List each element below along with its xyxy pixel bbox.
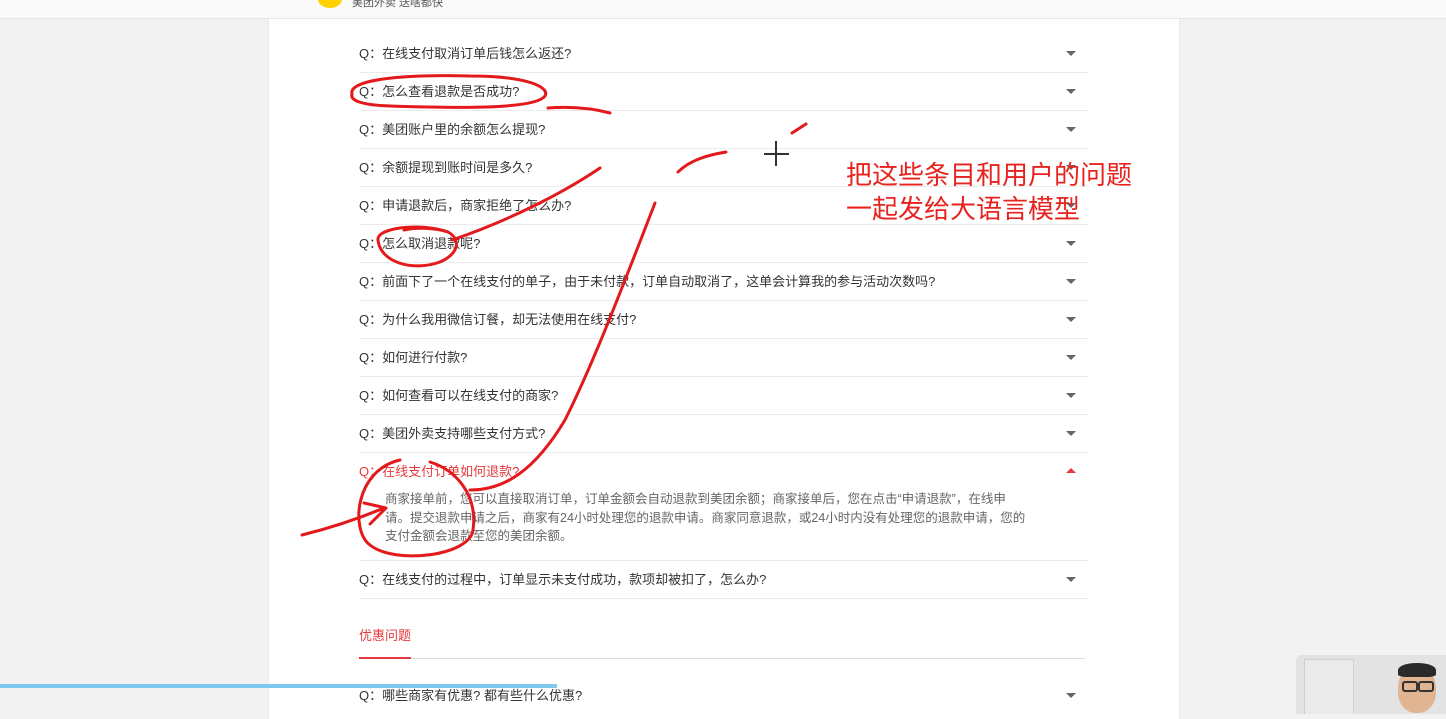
faq-question: Q：申请退款后，商家拒绝了怎么办? xyxy=(359,198,572,213)
logo-text: 美团外卖 送啥都快 xyxy=(352,0,444,9)
chevron-down-icon xyxy=(1066,89,1076,94)
faq-question: Q：余额提现到账时间是多久? xyxy=(359,160,533,175)
chevron-down-icon xyxy=(1066,693,1076,698)
chevron-down-icon xyxy=(1066,317,1076,322)
glasses-icon xyxy=(1402,681,1418,692)
chevron-down-icon xyxy=(1066,576,1076,582)
faq-item[interactable]: Q：哪些商家有优惠? 都有些什么优惠? xyxy=(359,677,1088,714)
faq-question: Q：前面下了一个在线支付的单子，由于未付款，订单自动取消了，这单会计算我的参与活… xyxy=(359,274,936,289)
faq-item-open[interactable]: Q：在线支付订单如何退款? xyxy=(359,453,1088,490)
chevron-down-icon xyxy=(1066,355,1076,360)
annotation-note: 把这些条目和用户的问题 一起发给大语言模型 xyxy=(846,158,1132,226)
faq-question: Q：如何查看可以在线支付的商家? xyxy=(359,388,559,403)
faq-item[interactable]: Q：如何进行付款? xyxy=(359,339,1088,377)
faq-list: Q：在线支付取消订单后钱怎么返还? Q：怎么查看退款是否成功? Q：美团账户里的… xyxy=(359,35,1088,599)
chevron-up-icon xyxy=(1066,468,1076,473)
faq-item[interactable]: Q：美团账户里的余额怎么提现? xyxy=(359,111,1088,149)
faq-item[interactable]: Q：为什么我用微信订餐，却无法使用在线支付? xyxy=(359,301,1088,339)
faq-item[interactable]: Q：在线支付的过程中，订单显示未支付成功，款项却被扣了，怎么办? xyxy=(359,561,1088,599)
faq-question: Q：在线支付订单如何退款? xyxy=(359,464,520,479)
faq-answer: 商家接单前，您可以直接取消订单，订单金额会自动退款到美团余额；商家接单后，您在点… xyxy=(359,490,1088,561)
chevron-down-icon xyxy=(1066,393,1076,398)
glasses-icon xyxy=(1418,681,1434,692)
faq-item[interactable]: Q：前面下了一个在线支付的单子，由于未付款，订单自动取消了，这单会计算我的参与活… xyxy=(359,263,1088,301)
faq-question: Q：哪些商家有优惠? 都有些什么优惠? xyxy=(359,688,583,703)
faq-question: Q：如何进行付款? xyxy=(359,350,468,365)
chevron-down-icon xyxy=(1066,51,1076,56)
top-bar: 美团外卖 送啥都快 xyxy=(0,0,1446,19)
faq-question: Q：怎么查看退款是否成功? xyxy=(359,84,520,99)
crosshair-cursor-icon xyxy=(775,141,777,166)
video-progress-bar[interactable] xyxy=(0,684,557,688)
annotation-line-2: 一起发给大语言模型 xyxy=(846,194,1081,224)
presenter-hair xyxy=(1398,663,1436,677)
chevron-down-icon xyxy=(1066,241,1076,246)
divider xyxy=(359,658,1085,659)
faq-item[interactable]: Q：怎么查看退款是否成功? xyxy=(359,73,1088,111)
chevron-down-icon xyxy=(1066,431,1076,436)
webcam-wall-frame xyxy=(1304,659,1354,714)
chevron-down-icon xyxy=(1066,279,1076,284)
faq-question: Q：美团外卖支持哪些支付方式? xyxy=(359,426,546,441)
faq-item[interactable]: Q：美团外卖支持哪些支付方式? xyxy=(359,415,1088,453)
annotation-line-1: 把这些条目和用户的问题 xyxy=(846,160,1133,190)
faq-item[interactable]: Q：如何查看可以在线支付的商家? xyxy=(359,377,1088,415)
section-tab-discounts[interactable]: 优惠问题 xyxy=(359,625,411,644)
faq-question: Q：为什么我用微信订餐，却无法使用在线支付? xyxy=(359,312,637,327)
meituan-logo-icon[interactable] xyxy=(318,0,342,8)
chevron-down-icon xyxy=(1066,127,1076,132)
faq-question: Q：在线支付取消订单后钱怎么返还? xyxy=(359,46,572,61)
faq-item[interactable]: Q：在线支付取消订单后钱怎么返还? xyxy=(359,35,1088,73)
webcam-overlay xyxy=(1296,655,1446,714)
faq-question: Q：美团账户里的余额怎么提现? xyxy=(359,122,546,137)
faq-question: Q：在线支付的过程中，订单显示未支付成功，款项却被扣了，怎么办? xyxy=(359,571,767,587)
active-tab-underline xyxy=(359,657,411,659)
faq-item[interactable]: Q：怎么取消退款呢? xyxy=(359,225,1088,263)
faq-question: Q：怎么取消退款呢? xyxy=(359,236,481,251)
